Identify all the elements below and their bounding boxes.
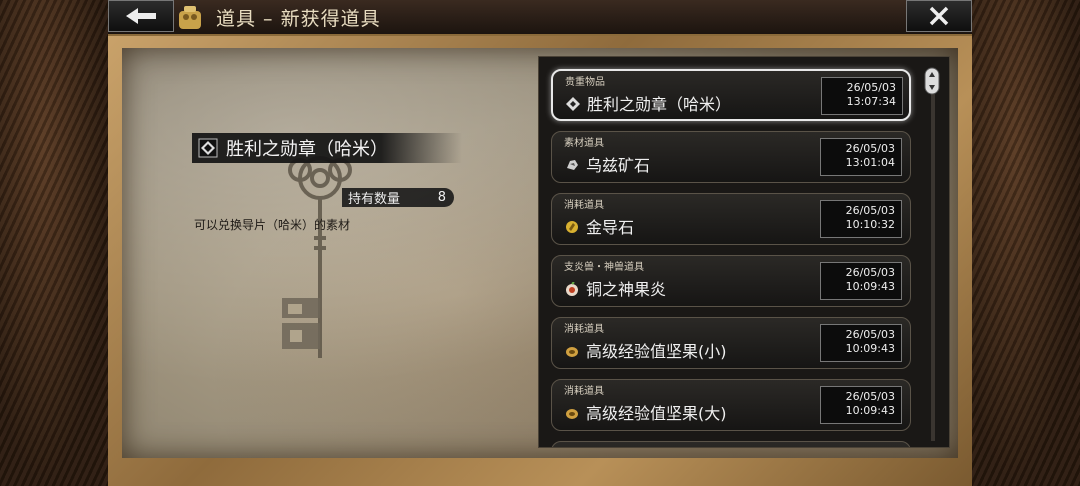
- item-name: 乌兹矿石: [586, 156, 651, 175]
- acquired-timestamp: 26/05/03 13:07:34: [821, 77, 903, 115]
- close-icon: [929, 6, 949, 26]
- left-wood-border: [0, 0, 108, 486]
- item-category: 消耗道具: [564, 324, 604, 335]
- list-item[interactable]: [551, 441, 911, 447]
- item-name: 高级经验值坚果(小): [586, 342, 727, 361]
- item-list-panel: 贵重物品 胜利之勋章（哈米） 26/05/03 13:07:34 素材道具 乌兹矿…: [538, 56, 950, 448]
- quantity-label: 持有数量: [348, 192, 401, 207]
- right-wood-border: [972, 0, 1080, 486]
- back-button[interactable]: [108, 0, 174, 32]
- nut-icon: [566, 409, 578, 419]
- bag-icon: [179, 6, 201, 29]
- diamond-icon: [566, 97, 580, 111]
- scrollbar-thumb[interactable]: [924, 67, 940, 95]
- nut-icon: [566, 347, 578, 357]
- item-category: 素材道具: [564, 138, 604, 149]
- key-illustration: [282, 156, 352, 358]
- quantity-value: 8: [437, 190, 446, 205]
- list-item[interactable]: 消耗道具 高级经验值坚果(大) 26/05/03 10:09:43: [551, 379, 911, 431]
- fruit-icon: [566, 282, 578, 296]
- ore-icon: [567, 160, 578, 170]
- list-item[interactable]: 消耗道具 高级经验值坚果(小) 26/05/03 10:09:43: [551, 317, 911, 369]
- list-item[interactable]: 消耗道具 金导石 26/05/03 10:10:32: [551, 193, 911, 245]
- gold-stone-icon: [566, 221, 578, 233]
- acquired-timestamp: 26/05/03 10:09:43: [820, 324, 902, 362]
- page-title: 道具 – 新获得道具: [216, 8, 381, 30]
- acquired-timestamp: 26/05/03 10:09:43: [820, 262, 902, 300]
- acquired-timestamp: 26/05/03 13:01:04: [820, 138, 902, 176]
- item-name: 铜之神果炎: [586, 280, 667, 299]
- arrow-left-icon: [126, 8, 156, 24]
- list-item[interactable]: 素材道具 乌兹矿石 26/05/03 13:01:04: [551, 131, 911, 183]
- item-name-header: 胜利之勋章（哈米）: [192, 133, 462, 163]
- list-item[interactable]: 支炎兽・神兽道具 铜之神果炎 26/05/03 10:09:43: [551, 255, 911, 307]
- item-name: 胜利之勋章（哈米）: [587, 95, 732, 114]
- item-category: 消耗道具: [564, 200, 604, 211]
- acquired-timestamp: 26/05/03 10:09:43: [820, 386, 902, 424]
- item-name: 金导石: [586, 218, 635, 237]
- item-category: 支炎兽・神兽道具: [564, 262, 644, 273]
- item-name: 高级经验值坚果(大): [586, 404, 727, 423]
- quantity-bar: 持有数量 8: [342, 188, 454, 207]
- scrollbar-track[interactable]: [931, 71, 935, 441]
- diamond-icon: [198, 138, 218, 158]
- list-item[interactable]: 贵重物品 胜利之勋章（哈米） 26/05/03 13:07:34: [551, 69, 911, 121]
- item-category: 消耗道具: [564, 386, 604, 397]
- item-category: 贵重物品: [565, 77, 605, 88]
- item-name: 胜利之勋章（哈米）: [226, 139, 388, 160]
- acquired-timestamp: 26/05/03 10:10:32: [820, 200, 902, 238]
- item-description: 可以兑换导片（哈米）的素材: [194, 218, 351, 232]
- close-button[interactable]: [906, 0, 972, 32]
